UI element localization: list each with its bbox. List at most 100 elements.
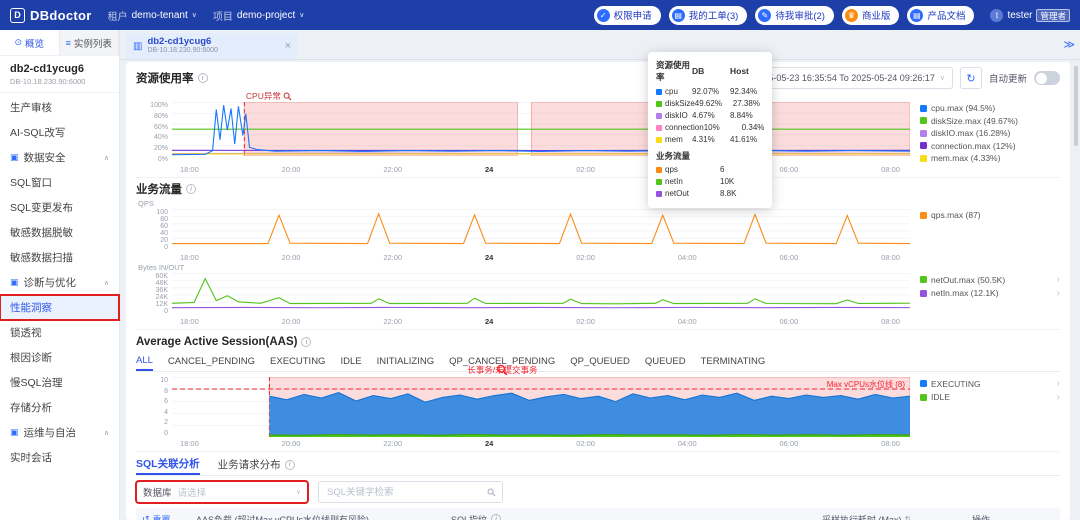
legend-item[interactable]: EXECUTING [920, 378, 1060, 389]
resource-x-axis: 18:00 20:00 22:00 24 02:00 04:00 06:00 08:00 [180, 165, 900, 174]
chevron-up-icon: ∧ [103, 154, 109, 162]
aas-state-tab[interactable]: CANCEL_PENDING [168, 352, 255, 371]
legend-swatch [920, 129, 927, 137]
aas-state-tab[interactable]: ALL [136, 352, 153, 371]
legend-swatch [920, 104, 927, 112]
aas-chart[interactable]: 长事务/未提交事务 Max vCPUs水位线 (8) [172, 364, 910, 437]
legend-item[interactable]: netIn.max (12.1K) [920, 288, 1060, 299]
legend-item[interactable]: connection.max (12%) [920, 141, 1060, 151]
tenant-select[interactable]: 租户 demo-tenant ∨ [108, 8, 197, 23]
tab-title: db2-cd1ycug6 [147, 35, 212, 47]
legend-item[interactable]: diskSize.max (49.67%) [920, 116, 1060, 126]
project-label: 项目 [212, 11, 233, 23]
sql-search-input[interactable] [325, 485, 487, 499]
top-header: D DBdoctor 租户 demo-tenant ∨ 项目 demo-proj… [0, 0, 1080, 30]
instance-tab[interactable]: ▥ db2-cd1ycug6 DB-10.18.230.90:6000 × [126, 33, 298, 59]
user-menu[interactable]: t tester 管理者 [990, 8, 1070, 22]
legend-item[interactable]: cpu.max (94.5%) [920, 103, 1060, 113]
sidebar-item[interactable]: 慢SQL治理 [0, 370, 119, 395]
legend-item[interactable]: mem.max (4.33%) [920, 153, 1060, 163]
aas-state-tab[interactable]: QUEUED [645, 352, 686, 371]
header-action-button[interactable]: ✎ 待我审批(2) [755, 5, 834, 25]
resource-chart[interactable] [172, 102, 910, 156]
info-icon[interactable]: i [186, 184, 196, 194]
traffic-title: 业务流量 [136, 184, 182, 196]
expand-icon[interactable]: ≫ [1063, 38, 1075, 51]
cpu-anomaly-label[interactable]: CPU异常 [246, 90, 292, 102]
reset-button[interactable]: ↺ 重置 [142, 513, 196, 520]
bytes-chart[interactable] [172, 273, 910, 309]
header-action-button[interactable]: ▤ 产品文档 [907, 5, 975, 25]
avatar: t [990, 8, 1004, 22]
column-aas-load: AAS负载 (超过Max vCPUs水位线则有风险) [196, 514, 370, 520]
date-range-value: 2025-05-23 16:35:54 To 2025-05-24 09:26:… [753, 73, 935, 83]
analysis-tab[interactable]: 业务请求分布 i [218, 454, 295, 475]
sql-search[interactable] [318, 481, 503, 503]
aas-state-tab[interactable]: QP_QUEUED [570, 352, 630, 371]
long-transaction-label[interactable]: 长事务/未提交事务 [467, 364, 538, 376]
legend-item[interactable]: diskIO.max (16.28%) [920, 128, 1060, 138]
sort-icon[interactable]: ⇅ [905, 515, 912, 520]
aas-state-tab[interactable]: TERMINATING [701, 352, 766, 371]
qps-chart[interactable] [172, 209, 910, 245]
sidebar-tab[interactable]: ≡ 实例列表 [60, 30, 119, 55]
refresh-button[interactable]: ↻ [959, 67, 982, 89]
action-icon: ▤ [671, 8, 685, 22]
legend-item[interactable]: qps.max (87) [920, 210, 1060, 220]
logo-text: DBdoctor [30, 7, 92, 23]
legend-item[interactable]: netOut.max (50.5K) [920, 274, 1060, 285]
column-exec-time[interactable]: 采样执行耗时 (Max) ⇅ [822, 513, 972, 520]
instance-card[interactable]: db2-cd1ycug6 DB-10.18.230.90:6000 [0, 56, 119, 93]
sidebar-item[interactable]: ▣ 数据安全 ∧ [0, 145, 119, 170]
aas-x-axis: 18:00 20:00 22:00 24 02:00 04:00 06:00 08:00 [180, 439, 900, 448]
bytes-axis-label: Bytes IN/OUT [138, 263, 185, 272]
sidebar-item[interactable]: 生产审核 [0, 95, 119, 120]
aas-state-tab[interactable]: EXECUTING [270, 352, 325, 371]
aas-state-tab[interactable]: INITIALIZING [377, 352, 435, 371]
tab-strip: ▥ db2-cd1ycug6 DB-10.18.230.90:6000 × ≫ [120, 30, 1080, 60]
aas-y-axis: 10 8 6 4 2 0 [160, 377, 168, 437]
sidebar-item[interactable]: SQL窗口 [0, 170, 119, 195]
sidebar-item[interactable]: 敏感数据扫描 [0, 245, 119, 270]
column-action: 操作 [972, 514, 991, 520]
sidebar-tab[interactable]: ⊙ 概览 [0, 30, 60, 55]
sidebar-item[interactable]: 存储分析 [0, 395, 119, 420]
sidebar-item[interactable]: ▣ 诊断与优化 ∧ [0, 270, 119, 295]
legend-item[interactable]: IDLE [920, 392, 1060, 403]
sidebar-item[interactable]: 根因诊断 [0, 345, 119, 370]
content-card: 资源使用率 i ▦ 2025-05-23 16:35:54 To 2025-05… [126, 62, 1070, 520]
logo[interactable]: D DBdoctor [10, 7, 92, 23]
info-icon[interactable]: i [301, 337, 312, 347]
tab-subtitle: DB-10.18.230.90:6000 [147, 47, 218, 55]
legend-swatch [920, 380, 927, 387]
sidebar-tabs: ⊙ 概览 ≡ 实例列表 [0, 30, 119, 56]
header-action-button[interactable]: ♛ 商业版 [841, 5, 900, 25]
auto-update-toggle[interactable] [1034, 71, 1060, 85]
analysis-tab[interactable]: SQL关联分析 [136, 454, 200, 475]
header-action-button[interactable]: ✓ 权限申请 [593, 5, 661, 25]
resource-legend: cpu.max (94.5%) diskSize.max (49.67%) di… [910, 102, 1060, 163]
chevron-down-icon: ∨ [299, 12, 305, 19]
header-action-button[interactable]: ▤ 我的工单(3) [668, 5, 748, 25]
search-icon[interactable] [487, 488, 496, 497]
aas-state-tab[interactable]: IDLE [340, 352, 361, 371]
sidebar-item[interactable]: 敏感数据脱敏 [0, 220, 119, 245]
close-icon[interactable]: × [285, 40, 291, 52]
sidebar-item[interactable]: 实时会话 [0, 445, 119, 470]
qps-legend: qps.max (87) [910, 209, 1060, 251]
sidebar-item[interactable]: AI-SQL改写 [0, 120, 119, 145]
sidebar-item[interactable]: SQL变更发布 [0, 195, 119, 220]
sidebar-item[interactable]: ▣ 运维与自治 ∧ [0, 420, 119, 445]
qps-y-axis: 100 80 60 40 20 0 [156, 209, 168, 251]
legend-swatch [920, 276, 927, 283]
database-select[interactable]: 数据库 请选择 ∨ [135, 480, 309, 504]
sidebar-item[interactable]: 锁透视 [0, 320, 119, 345]
info-icon[interactable]: i [491, 514, 502, 520]
sidebar-item[interactable]: 性能洞察 [0, 294, 120, 321]
waterline-label: Max vCPUs水位线 (8) [826, 380, 905, 389]
info-icon[interactable]: i [197, 73, 208, 83]
date-range-picker[interactable]: ▦ 2025-05-23 16:35:54 To 2025-05-24 09:2… [731, 67, 953, 89]
project-select[interactable]: 项目 demo-project ∨ [213, 8, 304, 23]
scrollbar-thumb[interactable] [1074, 66, 1078, 146]
magnifier-icon [283, 92, 292, 101]
